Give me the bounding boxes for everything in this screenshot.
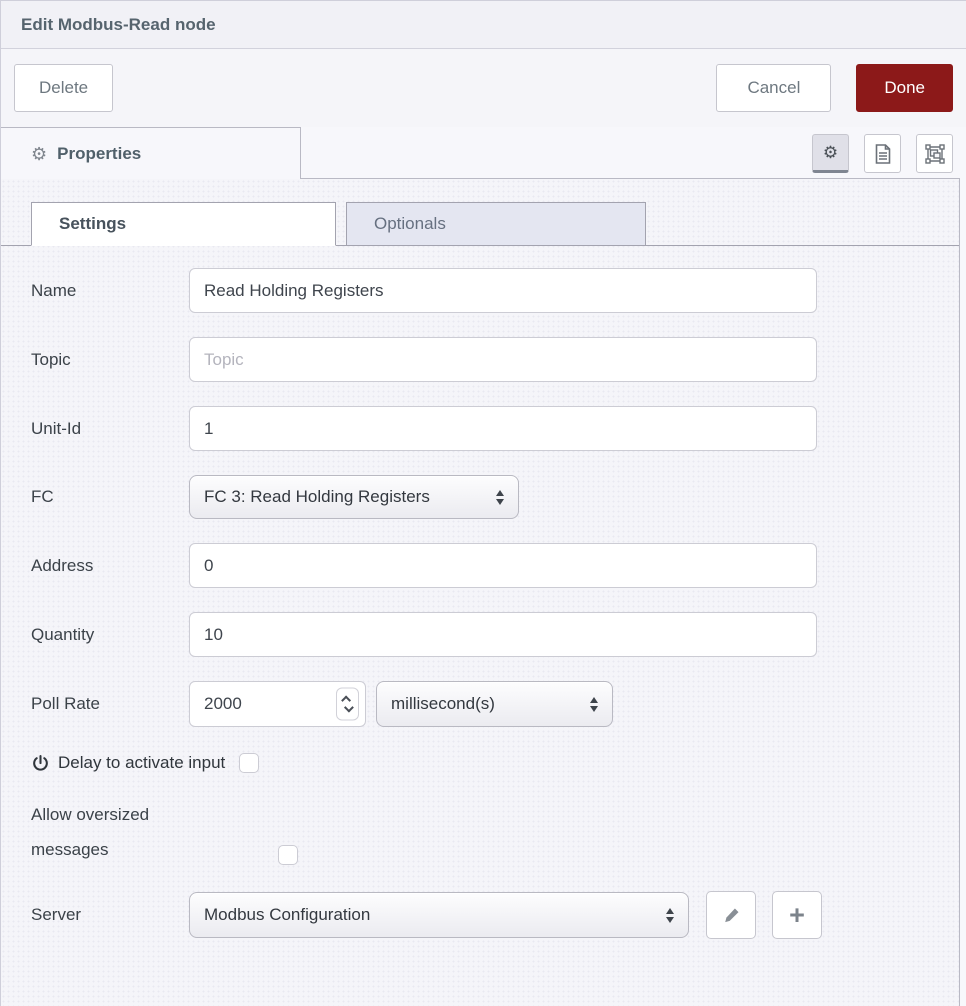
poll-rate-stepper[interactable] <box>336 688 359 721</box>
select-arrows-icon <box>486 490 504 505</box>
delete-button[interactable]: Delete <box>14 64 113 112</box>
poll-rate-field <box>189 681 366 727</box>
dialog-title: Edit Modbus-Read node <box>21 15 216 35</box>
gear-icon: ⚙ <box>31 145 47 163</box>
server-select[interactable]: Modbus Configuration <box>189 892 689 938</box>
add-server-button[interactable]: + <box>772 891 822 939</box>
appearance-view-button[interactable] <box>916 134 953 173</box>
quantity-label: Quantity <box>31 625 189 645</box>
form-row-quantity: Quantity <box>31 612 959 657</box>
plus-icon: + <box>789 902 805 929</box>
form-row-topic: Topic <box>31 337 959 382</box>
poll-rate-unit-value: millisecond(s) <box>391 694 495 714</box>
edit-node-dialog: Edit Modbus-Read node Delete Cancel Done… <box>0 0 966 1006</box>
unit-id-label: Unit-Id <box>31 419 189 439</box>
appearance-icon <box>925 144 945 164</box>
properties-panel: Settings Optionals Name Topic Unit-Id FC… <box>1 179 960 1006</box>
tab-optionals[interactable]: Optionals <box>346 202 646 246</box>
fc-select[interactable]: FC 3: Read Holding Registers <box>189 475 519 519</box>
gear-icon: ⚙ <box>823 144 838 161</box>
server-select-value: Modbus Configuration <box>204 905 370 925</box>
unit-id-input[interactable] <box>189 406 817 451</box>
tab-properties[interactable]: ⚙ Properties <box>1 127 301 179</box>
topic-label: Topic <box>31 350 189 370</box>
properties-view-button[interactable]: ⚙ <box>812 134 849 173</box>
name-label: Name <box>31 281 189 301</box>
done-button[interactable]: Done <box>856 64 953 112</box>
form-row-delay: Delay to activate input <box>31 753 959 773</box>
quantity-input[interactable] <box>189 612 817 657</box>
delay-label: Delay to activate input <box>58 753 225 773</box>
select-arrows-icon <box>656 908 674 923</box>
editor-tab-toolbar: ⚙ <box>812 134 953 173</box>
dialog-header: Edit Modbus-Read node <box>1 1 966 49</box>
address-label: Address <box>31 556 189 576</box>
form-row-oversized: Allow oversized messages <box>31 797 959 867</box>
oversized-label: Allow oversized messages <box>31 797 181 867</box>
poll-rate-label: Poll Rate <box>31 694 189 714</box>
fc-label: FC <box>31 487 189 507</box>
name-input[interactable] <box>189 268 817 313</box>
tab-optionals-label: Optionals <box>374 214 446 234</box>
power-icon <box>31 754 50 773</box>
tab-settings-label: Settings <box>59 214 126 234</box>
select-arrows-icon <box>580 697 598 712</box>
delay-checkbox[interactable] <box>239 753 259 773</box>
form-row-poll-rate: Poll Rate millisecond(s) <box>31 681 959 727</box>
tab-settings[interactable]: Settings <box>31 202 336 246</box>
oversized-checkbox[interactable] <box>278 845 298 865</box>
document-icon <box>875 144 891 164</box>
tab-properties-label: Properties <box>57 144 141 164</box>
dialog-toolbar: Delete Cancel Done <box>1 49 966 127</box>
form-row-fc: FC FC 3: Read Holding Registers <box>31 475 959 519</box>
editor-tab-bar: ⚙ Properties ⚙ <box>1 127 960 179</box>
form-row-address: Address <box>31 543 959 588</box>
form-row-name: Name <box>31 268 959 313</box>
form-row-server: Server Modbus Configuration + <box>31 891 959 939</box>
description-view-button[interactable] <box>864 134 901 173</box>
cancel-button[interactable]: Cancel <box>716 64 831 112</box>
pencil-icon <box>723 907 740 924</box>
edit-server-button[interactable] <box>706 891 756 939</box>
topic-input[interactable] <box>189 337 817 382</box>
subtab-bar: Settings Optionals <box>1 201 959 246</box>
address-input[interactable] <box>189 543 817 588</box>
poll-rate-unit-select[interactable]: millisecond(s) <box>376 681 613 727</box>
form-row-unit-id: Unit-Id <box>31 406 959 451</box>
server-label: Server <box>31 905 189 925</box>
fc-select-value: FC 3: Read Holding Registers <box>204 487 430 507</box>
